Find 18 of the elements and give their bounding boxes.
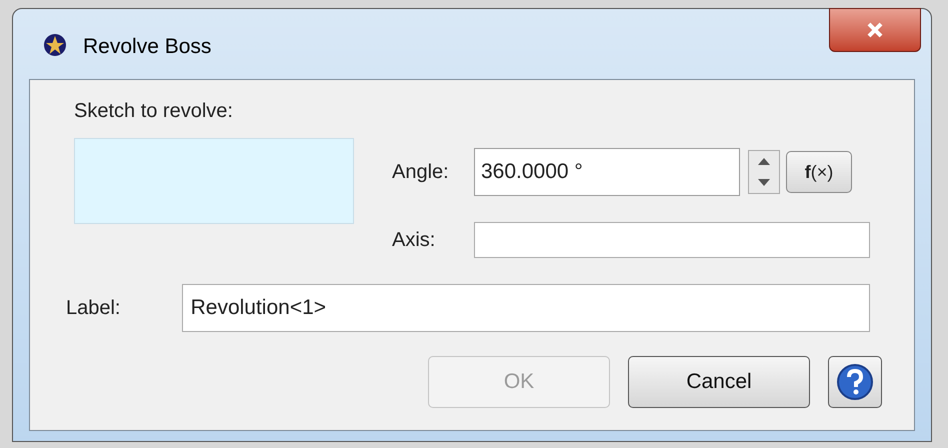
- close-icon: [866, 22, 884, 38]
- close-button[interactable]: [829, 8, 921, 52]
- axis-field[interactable]: [474, 222, 870, 258]
- axis-label: Axis:: [392, 228, 436, 253]
- angle-field[interactable]: 360.0000 °: [474, 148, 740, 196]
- label-field[interactable]: Revolution<1>: [182, 284, 870, 332]
- formula-button[interactable]: f(×): [786, 151, 852, 193]
- sketch-label: Sketch to revolve:: [74, 99, 234, 124]
- app-logo-icon: [43, 33, 67, 57]
- window-title: Revolve Boss: [83, 34, 212, 60]
- angle-label: Angle:: [392, 160, 450, 185]
- cancel-button[interactable]: Cancel: [628, 356, 810, 408]
- spin-button[interactable]: [748, 150, 780, 194]
- help-button[interactable]: [828, 356, 882, 408]
- down-arrow-icon: [758, 179, 770, 186]
- help-icon: [836, 363, 874, 401]
- up-arrow-icon: [758, 158, 770, 165]
- name-label: Label:: [66, 296, 122, 321]
